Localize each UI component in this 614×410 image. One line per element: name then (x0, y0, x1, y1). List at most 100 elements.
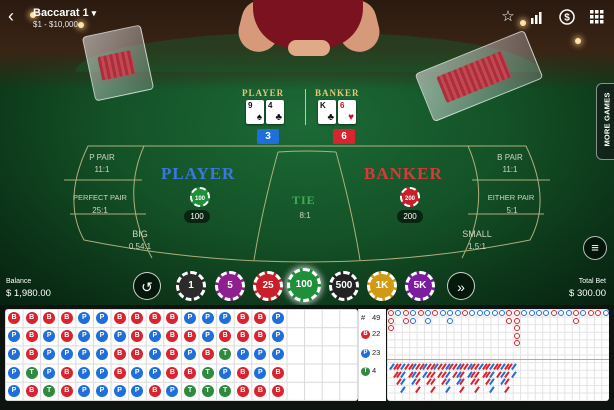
bead-road-dot: P (8, 330, 20, 343)
player-card: 4 ♣ (266, 100, 284, 124)
bead-road-dot: B (166, 330, 179, 343)
bead-road-dot: B (131, 330, 144, 343)
card-suit-icon: ♠ (256, 112, 262, 123)
bead-road-dot: B (25, 384, 38, 397)
chevron-left-icon: ‹ (8, 6, 14, 26)
big-road-ring (410, 317, 417, 324)
cashier-button[interactable]: $ (558, 8, 576, 26)
big-road-ring (425, 317, 431, 324)
game-title-dropdown[interactable]: Baccarat 1 ▾ (33, 7, 96, 19)
bead-road-dot: P (78, 348, 91, 361)
chip-5k[interactable]: 5K (405, 271, 435, 301)
bead-road-dot: P (113, 384, 126, 397)
chip-500[interactable]: 500 (329, 271, 359, 301)
bead-road-dot: B (272, 366, 284, 379)
big-road-ring (476, 310, 483, 316)
bead-road-dot: P (148, 330, 161, 343)
hand-divider (305, 89, 306, 125)
stat-total-value: 49 (372, 313, 381, 322)
big-road-ring (528, 310, 535, 316)
cockroach-road-mark (444, 385, 450, 393)
player-hand-label: PLAYER (242, 88, 285, 98)
more-games-tab[interactable]: MORE GAMES (596, 83, 614, 160)
chip-1[interactable]: 1 (176, 271, 206, 301)
bead-road-dot: P (254, 348, 267, 361)
small-odds: 1.5:1 (468, 242, 486, 251)
big-road-ring (543, 310, 550, 316)
bead-road[interactable]: BPPPPBBBTBBPPPTBBPBBPPPPPPPPPPBPBBPBBBPP… (5, 309, 358, 401)
big-road-ring (536, 310, 542, 316)
bead-road-dot: B (219, 330, 232, 343)
big-road[interactable] (387, 309, 609, 401)
bead-road-dot: B (184, 366, 196, 379)
big-road-ring (602, 310, 609, 316)
bead-road-dot: P (8, 384, 20, 397)
b-pair-label: B PAIR (497, 153, 523, 162)
statistics-button[interactable] (528, 8, 546, 26)
bead-road-dot: B (60, 366, 73, 379)
cockroach-road-mark (415, 385, 421, 393)
bead-road-dot: P (43, 348, 56, 361)
bead-road-dot: B (166, 366, 179, 379)
cockroach-road-mark (429, 385, 436, 393)
big-road-ring (432, 310, 439, 316)
bead-road-dot: P (272, 312, 284, 324)
stat-tie: T 4 (361, 366, 385, 378)
player-card: 9 ♠ (246, 100, 264, 124)
bead-road-dot: B (113, 312, 126, 324)
bead-road-dot: B (131, 348, 144, 361)
stat-total-symbol: # (361, 313, 366, 322)
chip-25[interactable]: 25 (253, 271, 283, 301)
perfect-pair-odds: 25:1 (92, 206, 108, 215)
back-button[interactable]: ‹ (8, 7, 26, 25)
big-label: BIG (132, 229, 148, 239)
game-scene: ‹ Baccarat 1 ▾ $1 - $10,000 ☆ $ MORE GAM… (0, 0, 614, 305)
bead-road-dot: B (60, 312, 73, 324)
big-road-ring (506, 317, 513, 324)
favorite-button[interactable]: ☆ (499, 8, 517, 26)
bead-road-dot: P (78, 330, 91, 343)
double-button[interactable]: » (447, 272, 475, 300)
lobby-button[interactable] (588, 8, 606, 26)
card-rank: K (320, 101, 326, 110)
total-bet-value: $ 300.00 (569, 288, 606, 299)
big-road-ring (454, 310, 461, 316)
big-road-ring (402, 317, 409, 324)
big-road-ring (388, 310, 394, 316)
banker-card: K ♣ (318, 100, 336, 124)
bead-road-dot: P (131, 384, 144, 397)
bead-road-dot: P (148, 348, 161, 361)
bead-road-dot: P (78, 384, 91, 397)
stat-tie-dot: T (361, 367, 370, 376)
double-arrow-icon: » (457, 279, 465, 295)
bead-road-dot: B (201, 348, 214, 361)
bead-road-dot: B (166, 312, 179, 324)
card-rank: 9 (248, 101, 253, 110)
big-road-ring (499, 310, 505, 316)
chip-5[interactable]: 5 (215, 271, 245, 301)
stat-tie-value: 4 (372, 366, 377, 375)
bead-road-dot: P (96, 384, 108, 397)
chip-100[interactable]: 100 (287, 268, 321, 302)
bead-road-dot: B (8, 312, 20, 324)
tie-odds: 8:1 (299, 211, 311, 220)
bead-road-dot: T (219, 348, 232, 361)
undo-button[interactable]: ↺ (133, 272, 161, 300)
bead-road-dot: B (236, 366, 249, 379)
big-road-ring (447, 310, 454, 316)
perfect-pair-label: PERFECT PAIR (73, 193, 127, 202)
chip-1k[interactable]: 1K (367, 271, 397, 301)
cockroach-road-mark (511, 370, 517, 378)
big-road-ring (425, 310, 431, 316)
card-rank: 4 (268, 101, 273, 110)
big-road-ring (491, 310, 498, 316)
menu-button[interactable]: ≡ (583, 236, 607, 260)
big-road-ring (395, 310, 402, 316)
stat-banker: B 22 (361, 329, 385, 341)
player-bet-amount: 100 (184, 210, 210, 223)
bead-road-dot: P (43, 366, 56, 379)
big-road-ring (550, 310, 557, 316)
bead-road-dot: B (236, 330, 249, 343)
bead-road-dot: B (236, 384, 249, 397)
total-bet-label: Total Bet (578, 278, 606, 285)
